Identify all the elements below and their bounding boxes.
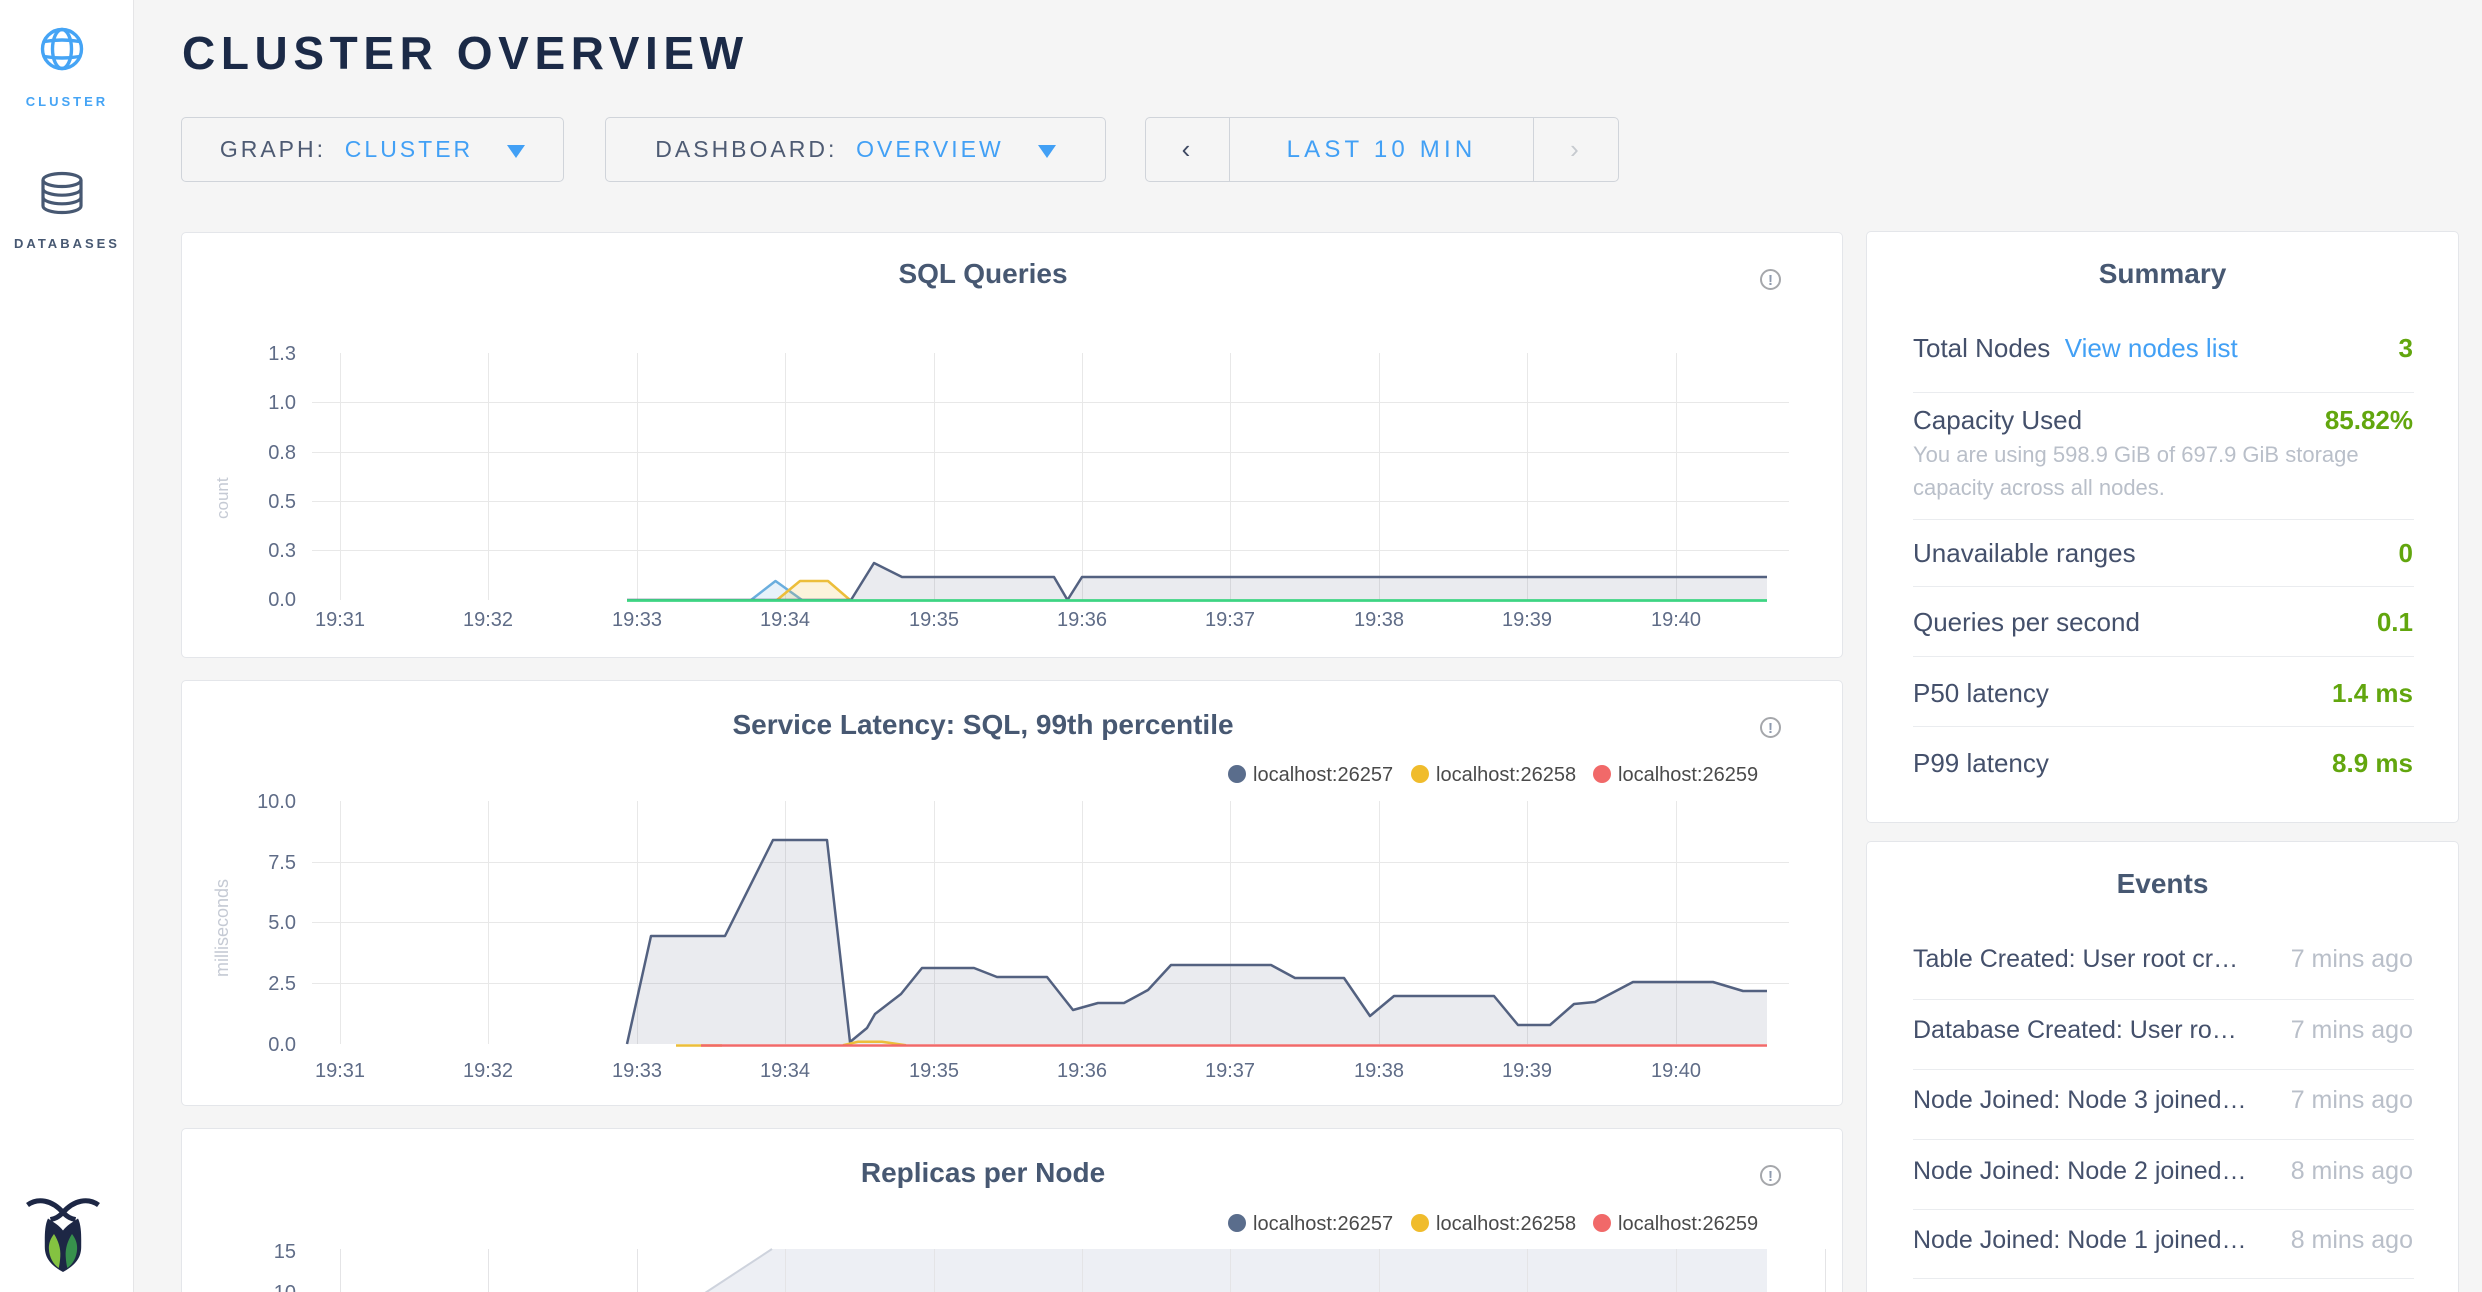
svg-text:19:32: 19:32 [463,1060,513,1082]
svg-text:19:35: 19:35 [909,609,959,631]
svg-text:19:34: 19:34 [760,609,810,631]
svg-text:19:36: 19:36 [1057,1060,1107,1082]
svg-text:19:38: 19:38 [1354,1060,1404,1082]
svg-text:15: 15 [274,1241,296,1263]
svg-text:localhost:26258: localhost:26258 [1436,1213,1576,1235]
svg-text:2.5: 2.5 [268,973,296,995]
svg-text:localhost:26258: localhost:26258 [1436,764,1576,786]
svg-text:19:38: 19:38 [1354,609,1404,631]
svg-text:19:36: 19:36 [1057,609,1107,631]
svg-text:0.5: 0.5 [268,491,296,513]
svg-text:localhost:26257: localhost:26257 [1253,764,1393,786]
svg-text:localhost:26257: localhost:26257 [1253,1213,1393,1235]
svg-text:19:35: 19:35 [909,1060,959,1082]
svg-text:19:40: 19:40 [1651,609,1701,631]
svg-text:19:33: 19:33 [612,1060,662,1082]
svg-text:19:31: 19:31 [315,1060,365,1082]
svg-text:19:39: 19:39 [1502,1060,1552,1082]
svg-text:19:40: 19:40 [1651,1060,1701,1082]
svg-text:0.8: 0.8 [268,442,296,464]
svg-text:5.0: 5.0 [268,912,296,934]
svg-text:19:31: 19:31 [315,609,365,631]
svg-text:19:33: 19:33 [612,609,662,631]
svg-text:0.3: 0.3 [268,540,296,562]
svg-text:count: count [213,477,232,519]
svg-text:7.5: 7.5 [268,852,296,874]
svg-text:milliseconds: milliseconds [212,879,232,977]
svg-text:localhost:26259: localhost:26259 [1618,764,1758,786]
svg-text:10.0: 10.0 [257,791,296,813]
svg-text:19:37: 19:37 [1205,1060,1255,1082]
svg-text:0.0: 0.0 [268,589,296,611]
svg-text:localhost:26259: localhost:26259 [1618,1213,1758,1235]
svg-text:19:34: 19:34 [760,1060,810,1082]
svg-text:0.0: 0.0 [268,1034,296,1056]
svg-text:19:37: 19:37 [1205,609,1255,631]
svg-text:1.3: 1.3 [268,343,296,365]
svg-text:1.0: 1.0 [268,392,296,414]
svg-text:10: 10 [274,1282,296,1292]
svg-text:19:32: 19:32 [463,609,513,631]
svg-text:19:39: 19:39 [1502,609,1552,631]
